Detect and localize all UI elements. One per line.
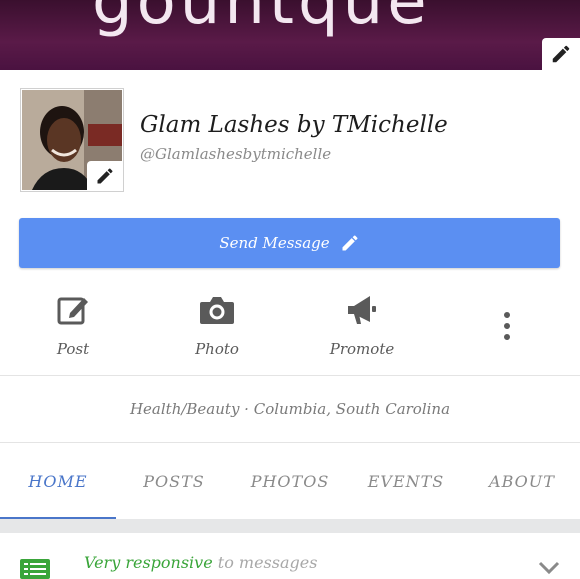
cover-photo[interactable]: gountque xyxy=(0,0,580,70)
section-separator xyxy=(0,519,580,533)
post-action[interactable]: Post xyxy=(18,290,128,370)
more-vertical-icon xyxy=(504,312,510,340)
promote-label: Promote xyxy=(329,340,395,358)
edit-cover-button[interactable] xyxy=(542,38,580,70)
edit-profile-picture-button[interactable] xyxy=(87,161,123,191)
chevron-down-icon[interactable] xyxy=(538,561,560,575)
pencil-icon xyxy=(97,168,113,184)
tab-events[interactable]: EVENTS xyxy=(348,443,464,519)
send-message-label: Send Message xyxy=(219,234,330,252)
post-label: Post xyxy=(56,340,90,358)
promote-action[interactable]: Promote xyxy=(307,290,417,370)
responsiveness-card[interactable]: Very responsive to messages xyxy=(0,533,580,579)
pencil-icon xyxy=(342,235,358,251)
tab-home[interactable]: HOME xyxy=(0,443,116,519)
tab-photos[interactable]: PHOTOS xyxy=(232,443,348,519)
responsiveness-text: Very responsive to messages xyxy=(84,553,317,572)
responsiveness-weak: to messages xyxy=(217,553,318,572)
photo-action[interactable]: Photo xyxy=(162,290,272,370)
action-bar: Post Photo Promote xyxy=(0,290,580,370)
send-message-button[interactable]: Send Message xyxy=(19,218,560,268)
compose-icon xyxy=(57,297,88,325)
pencil-icon xyxy=(552,45,570,63)
profile-picture[interactable] xyxy=(20,88,124,192)
cover-text: gountque xyxy=(92,0,431,39)
divider xyxy=(0,375,580,376)
tab-about[interactable]: ABOUT xyxy=(464,443,580,519)
tab-posts[interactable]: POSTS xyxy=(116,443,232,519)
tab-bar: HOME POSTS PHOTOS EVENTS ABOUT xyxy=(0,443,580,519)
page-category-location: Health/Beauty · Columbia, South Carolina xyxy=(129,400,451,418)
camera-icon xyxy=(200,297,234,324)
photo-label: Photo xyxy=(195,340,239,358)
page-handle: @Glamlashesbytmichelle xyxy=(140,145,332,163)
responsiveness-strong: Very responsive xyxy=(84,553,213,572)
megaphone-icon xyxy=(348,296,376,324)
message-lines-icon xyxy=(20,559,50,579)
page-name: Glam Lashes by TMichelle xyxy=(140,112,448,138)
more-options-button[interactable] xyxy=(452,290,562,370)
